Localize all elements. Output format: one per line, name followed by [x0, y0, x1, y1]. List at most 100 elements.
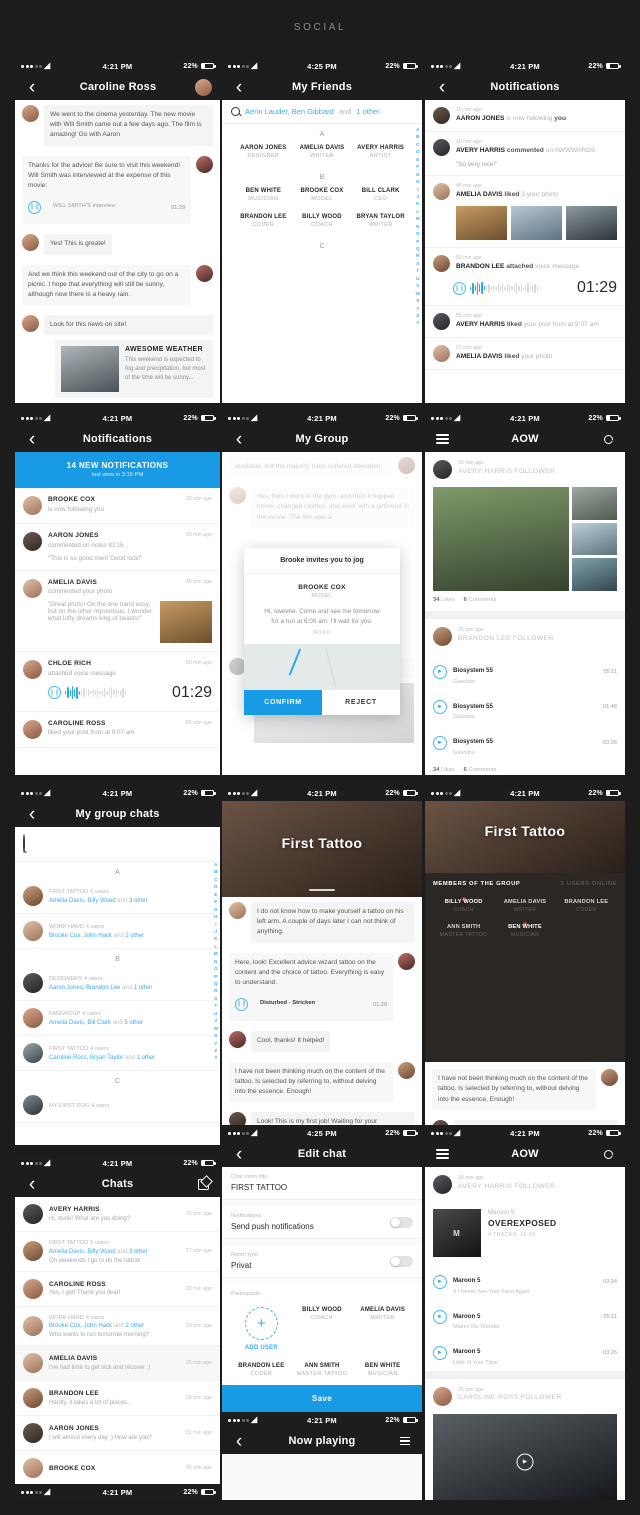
- index-letter[interactable]: N: [416, 223, 419, 230]
- menu-icon[interactable]: [433, 430, 451, 448]
- play-icon[interactable]: ►: [433, 700, 447, 715]
- room-type-field[interactable]: Room type Privat: [222, 1245, 422, 1278]
- notifications-field[interactable]: Notifications Send push notifications: [222, 1206, 422, 1239]
- album-card[interactable]: M Maroon 5 OVEREXPOSED 4 TRACKS, 16:43: [425, 1202, 625, 1264]
- index-letter[interactable]: Z: [214, 1047, 217, 1054]
- play-icon[interactable]: ►: [433, 1345, 447, 1360]
- member-cell[interactable]: BEN WHITE MUSICIAN: [494, 920, 555, 945]
- list-item[interactable]: WORK HARD 4 users Brooke Cox, John Hack a…: [15, 1307, 220, 1346]
- list-item[interactable]: CAROLINE ROSS Yes, I got! Thank you dear!…: [15, 1272, 220, 1307]
- back-icon[interactable]: [23, 805, 41, 823]
- index-letter[interactable]: A: [416, 126, 419, 133]
- participant-cell[interactable]: BRANDON LEE CODER: [231, 1359, 292, 1385]
- participant-cell[interactable]: BILLY WOOD COACH: [292, 1303, 353, 1359]
- search-icon[interactable]: [599, 1145, 617, 1163]
- list-item[interactable]: AARON JONES commented on notes IG'15 30 mi…: [15, 524, 220, 571]
- photo-main[interactable]: [433, 487, 569, 591]
- play-icon[interactable]: ►: [433, 1274, 447, 1289]
- index-letter[interactable]: F: [416, 163, 419, 170]
- friend-cell[interactable]: [351, 253, 410, 265]
- list-item[interactable]: WORK HARD 4 users Brooke Cox, John Hack a…: [15, 914, 220, 949]
- index-letter[interactable]: O: [214, 965, 218, 972]
- search-icon[interactable]: [599, 430, 617, 448]
- back-icon[interactable]: [230, 1145, 248, 1163]
- index-letter[interactable]: N: [214, 958, 217, 965]
- index-letter[interactable]: U: [416, 275, 419, 282]
- friend-cell[interactable]: BRANDON LEE CODER: [234, 210, 293, 236]
- index-letter[interactable]: L: [416, 208, 419, 215]
- list-item[interactable]: FIRST TATTOO 5 users Amelia Davis, Billy …: [15, 1232, 220, 1272]
- index-letter[interactable]: S: [416, 260, 419, 267]
- list-item[interactable]: CAROLINE ROSS liked your post from at 9:0…: [15, 712, 220, 748]
- participant-cell[interactable]: AMELIA DAVIS WRITER: [352, 1303, 413, 1359]
- index-letter[interactable]: H: [214, 913, 217, 920]
- voice-message-player[interactable]: ❙❙ 01:29: [48, 684, 212, 702]
- avatar[interactable]: [195, 78, 212, 96]
- list-item[interactable]: FIRST TATTOO 4 users Caroline Ross, Bryan…: [15, 1036, 220, 1071]
- track-row[interactable]: ► Biosystem 55 Gasoline 01:48: [425, 690, 625, 726]
- back-icon[interactable]: [230, 430, 248, 448]
- photo-thumb[interactable]: [160, 601, 212, 643]
- member-cell[interactable]: BRANDON LEE CODER: [556, 895, 617, 920]
- index-letter[interactable]: G: [416, 171, 420, 178]
- list-item[interactable]: AARON JONES I will almost every day :) Ho…: [15, 1416, 220, 1451]
- audio-player[interactable]: ❙❙ Disturbed - Stricken 01:29: [235, 993, 387, 1016]
- pause-icon[interactable]: ❙❙: [235, 998, 248, 1012]
- index-letter[interactable]: J: [417, 193, 420, 200]
- list-item[interactable]: BROOKE COX is now following you 15 min ag…: [15, 488, 220, 524]
- list-item[interactable]: DESIGNERS 4 users Aaron Jones, Brandon Le…: [15, 966, 220, 1001]
- index-letter[interactable]: C: [214, 876, 217, 883]
- friend-cell[interactable]: [293, 253, 352, 265]
- index-letter[interactable]: D: [214, 883, 217, 890]
- index-letter[interactable]: I: [215, 921, 216, 928]
- drag-handle[interactable]: [309, 889, 335, 891]
- back-icon[interactable]: [230, 78, 248, 96]
- index-letter[interactable]: I: [417, 186, 418, 193]
- index-letter[interactable]: T: [416, 267, 419, 274]
- friend-cell[interactable]: BRYAN TAYLOR WRITER: [351, 210, 410, 236]
- photo-thumb[interactable]: [566, 206, 617, 240]
- friend-cell[interactable]: BILL CLARK CEO: [351, 184, 410, 210]
- back-icon[interactable]: [23, 430, 41, 448]
- index-letter[interactable]: M: [416, 215, 420, 222]
- save-button[interactable]: Save: [222, 1385, 422, 1412]
- list-item[interactable]: BROOKE COX 40 min ago: [15, 1451, 220, 1486]
- index-letter[interactable]: K: [214, 935, 217, 942]
- back-icon[interactable]: [23, 1175, 41, 1193]
- compose-icon[interactable]: [194, 1175, 212, 1193]
- add-user-button[interactable]: + ADD USER: [231, 1303, 292, 1359]
- video-card[interactable]: ►: [425, 1413, 625, 1500]
- index-letter[interactable]: M: [214, 950, 218, 957]
- track-row[interactable]: ► Maroon 5 Makes Me Wonder 05:11: [425, 1300, 625, 1336]
- index-letter[interactable]: A: [214, 861, 217, 868]
- index-letter[interactable]: E: [416, 156, 419, 163]
- list-item[interactable]: AMELIA DAVIS commented your photo 45 min a…: [15, 571, 220, 652]
- friend-cell[interactable]: AVERY HARRIS ARTIST: [351, 141, 410, 167]
- room-type-toggle[interactable]: [390, 1255, 413, 1267]
- member-cell[interactable]: AMELIA DAVIS WRITER: [494, 895, 555, 920]
- index-letter[interactable]: O: [416, 230, 420, 237]
- index-letter[interactable]: L: [214, 943, 217, 950]
- photo-thumb[interactable]: [571, 487, 617, 520]
- index-letter[interactable]: T: [214, 1002, 217, 1009]
- track-row[interactable]: ► Biosystem 55 Gasoline 05:11: [425, 654, 625, 690]
- index-letter[interactable]: #: [215, 1054, 218, 1061]
- notification-row[interactable]: 55 min ago AVERY HARRIS liked your post …: [425, 306, 625, 338]
- index-letter[interactable]: J: [215, 928, 218, 935]
- index-letter[interactable]: U: [214, 1010, 217, 1017]
- notification-row[interactable]: 45 min ago AMELIA DAVIS liked 3 your pho…: [425, 176, 625, 248]
- menu-icon[interactable]: [433, 1145, 451, 1163]
- video-thumbnail[interactable]: ►: [433, 1413, 617, 1500]
- member-cell[interactable]: ANN SMITH MASTER TATTOO: [433, 920, 494, 945]
- index-letter[interactable]: D: [416, 148, 419, 155]
- index-letter[interactable]: P: [416, 238, 419, 245]
- reject-button[interactable]: REJECT: [322, 689, 400, 715]
- index-letter[interactable]: W: [416, 290, 420, 297]
- notification-row[interactable]: 50 min ago BRANDON LEE attached voice me…: [425, 248, 625, 306]
- pause-icon[interactable]: ❙❙: [48, 686, 61, 699]
- confirm-button[interactable]: CONFIRM: [244, 689, 322, 715]
- index-letter[interactable]: C: [416, 141, 419, 148]
- friend-cell[interactable]: BILLY WOOD COACH: [293, 210, 352, 236]
- photo-thumb[interactable]: [571, 558, 617, 592]
- index-letter[interactable]: Q: [214, 980, 218, 987]
